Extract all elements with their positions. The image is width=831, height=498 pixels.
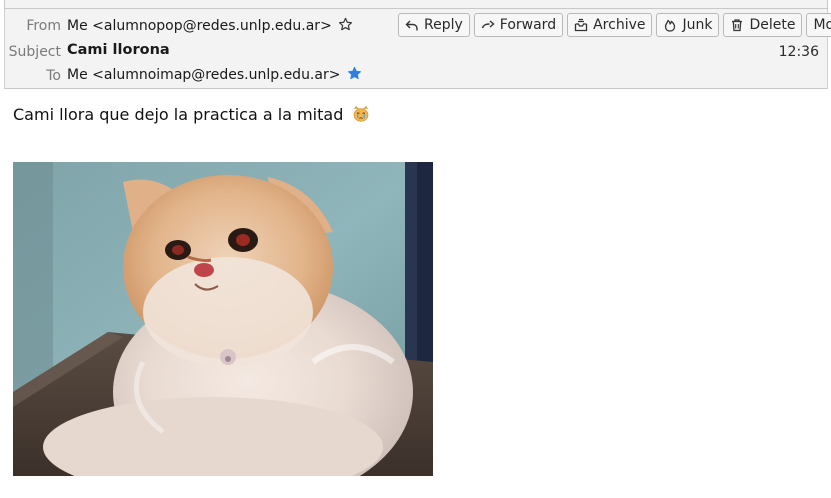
forward-label: Forward xyxy=(499,17,557,33)
cat-photo[interactable] xyxy=(13,162,433,476)
message-body: Cami llora que dejo la practica a la mit… xyxy=(13,105,370,127)
cat-photo-image xyxy=(13,162,433,476)
to-label: To xyxy=(46,68,61,84)
reply-label: Reply xyxy=(424,17,463,33)
more-button[interactable]: More xyxy=(806,13,831,37)
forward-button[interactable]: Forward xyxy=(473,13,564,37)
star-filled-icon[interactable] xyxy=(347,66,362,85)
star-outline-icon[interactable] xyxy=(338,17,353,36)
from-value[interactable]: Me <alumnopop@redes.unlp.edu.ar> xyxy=(67,17,353,36)
delete-button[interactable]: Delete xyxy=(723,13,803,37)
message-time: 12:36 xyxy=(778,44,819,60)
reply-button[interactable]: Reply xyxy=(398,13,470,37)
message-toolbar: Reply Forward Archive Junk Delete More xyxy=(398,13,831,37)
message-body-text: Cami llora que dejo la practica a la mit… xyxy=(13,105,344,124)
junk-label: Junk xyxy=(682,17,713,33)
message-header: From Me <alumnopop@redes.unlp.edu.ar> Re… xyxy=(4,9,831,89)
archive-icon xyxy=(574,18,588,32)
junk-button[interactable]: Junk xyxy=(656,13,720,37)
delete-label: Delete xyxy=(749,17,796,33)
more-label: More xyxy=(813,17,831,33)
from-address[interactable]: Me <alumnopop@redes.unlp.edu.ar> xyxy=(67,18,332,34)
trash-icon xyxy=(730,18,744,32)
header-top-edge xyxy=(4,0,828,9)
crying-cat-emoji xyxy=(352,105,370,127)
forward-icon xyxy=(481,18,495,32)
archive-button[interactable]: Archive xyxy=(567,13,653,37)
archive-label: Archive xyxy=(593,17,646,33)
to-value[interactable]: Me <alumnoimap@redes.unlp.edu.ar> xyxy=(67,66,362,85)
reply-icon xyxy=(405,18,419,32)
junk-icon xyxy=(663,18,677,32)
from-label: From xyxy=(26,18,61,34)
subject-value: Cami llorona xyxy=(67,42,170,58)
to-address[interactable]: Me <alumnoimap@redes.unlp.edu.ar> xyxy=(67,67,340,83)
subject-label: Subject xyxy=(8,44,61,60)
